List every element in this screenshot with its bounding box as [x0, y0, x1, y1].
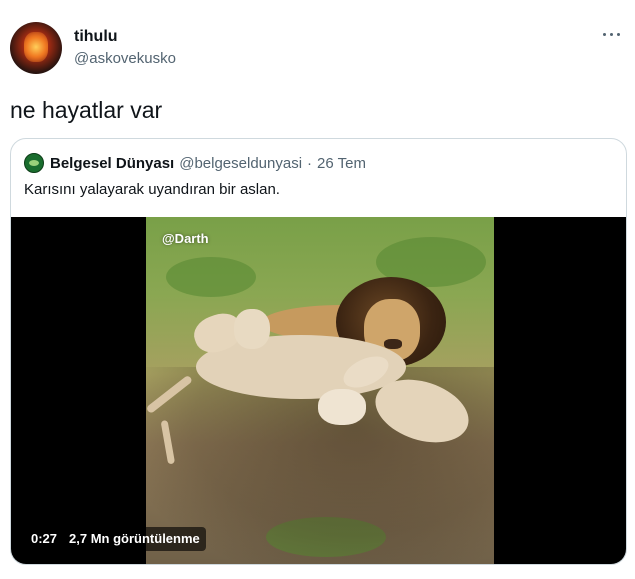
quoted-author-name[interactable]: Belgesel Dünyası [50, 155, 174, 172]
video-view-count: 2,7 Mn görüntülenme [69, 531, 200, 546]
author-names: tihulu @askovekusko [74, 27, 176, 69]
tweet-header: tihulu @askovekusko [10, 22, 625, 78]
quoted-tweet-text: Karısını yalayarak uyandıran bir aslan. [24, 181, 280, 198]
author-avatar[interactable] [10, 22, 62, 74]
more-options-icon[interactable] [601, 26, 623, 42]
lioness-leg [234, 309, 270, 349]
author-display-name[interactable]: tihulu [74, 27, 176, 47]
video-info-badge: 0:27 2,7 Mn görüntülenme [25, 527, 206, 551]
grass-patch [166, 257, 256, 297]
flame-avatar-icon [24, 32, 48, 62]
author-handle[interactable]: @askovekusko [74, 49, 176, 69]
lioness-paw [318, 389, 366, 425]
tweet-text: ne hayatlar var [10, 97, 163, 123]
more-dot [610, 33, 613, 36]
quoted-author-avatar[interactable] [24, 153, 44, 173]
video-duration: 0:27 [31, 531, 58, 546]
quoted-tweet-header: Belgesel Dünyası @belgeseldunyasi · 26 T… [24, 152, 366, 174]
lion-nose [384, 339, 402, 349]
quoted-author-handle[interactable]: @belgeseldunyasi [179, 155, 302, 172]
quoted-tweet[interactable]: Belgesel Dünyası @belgeseldunyasi · 26 T… [10, 138, 627, 565]
video-player[interactable]: @Darth 0:27 2,7 Mn görüntülenme [11, 217, 626, 564]
video-frame: @Darth [146, 217, 494, 564]
separator-dot: · [307, 154, 313, 172]
quoted-tweet-date[interactable]: 26 Tem [317, 155, 366, 172]
more-dot [617, 33, 620, 36]
video-watermark: @Darth [162, 231, 209, 246]
more-dot [603, 33, 606, 36]
